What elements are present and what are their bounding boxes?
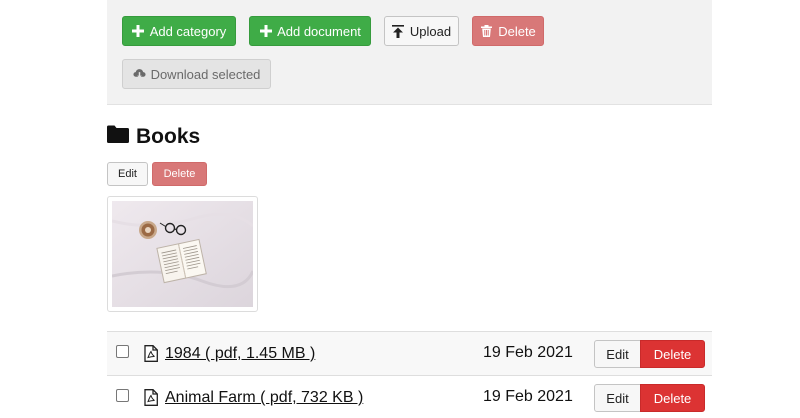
document-date: 19 Feb 2021 [483,388,573,405]
category-delete-label: Delete [163,168,196,180]
category-header: Books [107,124,200,150]
cloud-download-icon [133,68,146,81]
add-category-label: Add category [149,23,227,39]
document-link[interactable]: 1984 ( pdf, 1.45 MB ) [165,345,315,363]
document-delete-button[interactable]: Delete [640,384,705,412]
add-document-button[interactable]: Add document [249,16,371,46]
document-edit-button[interactable]: Edit [594,340,641,368]
select-checkbox[interactable] [116,345,129,358]
pdf-file-icon [144,345,158,367]
delete-button[interactable]: Delete [472,16,544,46]
upload-button[interactable]: Upload [384,16,459,46]
pdf-file-icon [144,389,158,411]
upload-label: Upload [409,23,452,39]
add-category-button[interactable]: Add category [122,16,236,46]
table-row: 1984 ( pdf, 1.45 MB ) 19 Feb 2021 Edit D… [107,331,712,375]
download-selected-button[interactable]: Download selected [122,59,271,89]
category-delete-button[interactable]: Delete [152,162,207,186]
category-edit-button[interactable]: Edit [107,162,148,186]
document-link[interactable]: Animal Farm ( pdf, 732 KB ) [165,389,363,407]
category-title: Books [136,125,201,148]
download-selected-label: Download selected [150,66,261,82]
upload-icon [392,24,405,38]
category-edit-label: Edit [118,168,137,180]
folder-icon [107,125,129,149]
document-edit-label: Edit [606,346,629,362]
plus-icon [259,25,272,38]
document-delete-label: Delete [653,346,692,362]
trash-icon [480,25,493,38]
delete-label: Delete [498,23,536,39]
document-date: 19 Feb 2021 [483,344,573,361]
plus-icon [132,25,145,38]
add-document-label: Add document [277,23,361,39]
document-delete-button[interactable]: Delete [640,340,705,368]
select-checkbox[interactable] [116,389,129,402]
book-coffee-photo [112,201,253,307]
document-edit-button[interactable]: Edit [594,384,641,412]
table-row: Animal Farm ( pdf, 732 KB ) 19 Feb 2021 … [107,375,712,418]
category-thumbnail [107,196,258,312]
document-edit-label: Edit [606,390,629,406]
document-delete-label: Delete [653,390,692,406]
